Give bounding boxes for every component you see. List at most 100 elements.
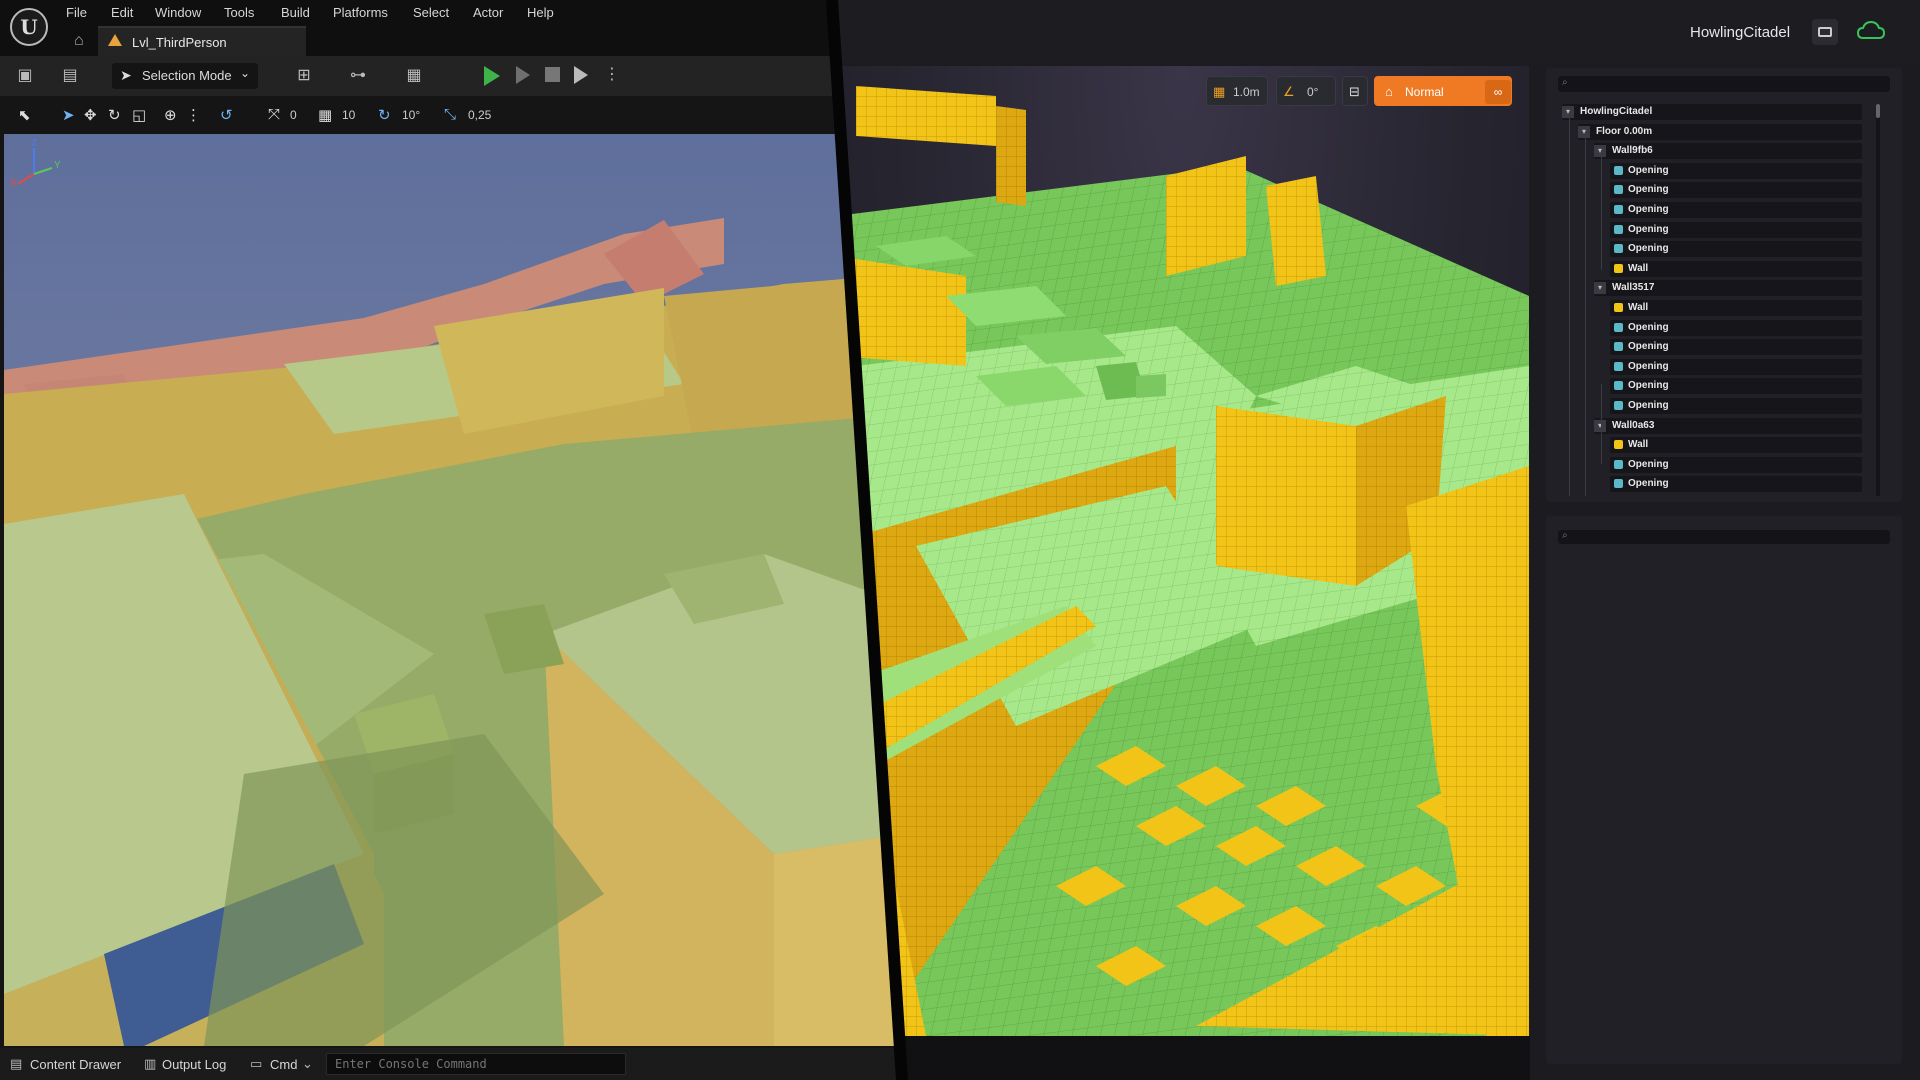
outliner-item-label: Wall9fb6	[1612, 145, 1653, 156]
outliner-item[interactable]: Wall	[1610, 437, 1862, 453]
home-icon: ⌂	[1385, 84, 1393, 99]
outliner-item[interactable]: Opening	[1610, 339, 1862, 355]
menu-edit[interactable]: Edit	[111, 5, 133, 20]
outliner-item[interactable]: Opening	[1610, 222, 1862, 238]
collapse-toggle-icon[interactable]: ▾	[1594, 420, 1606, 432]
play-button[interactable]	[484, 66, 500, 86]
menu-tools[interactable]: Tools	[224, 5, 254, 20]
collapse-toggle-icon[interactable]: ▾	[1594, 145, 1606, 157]
outliner-item[interactable]: Wall	[1610, 261, 1862, 277]
cmd-icon: ▭	[250, 1056, 263, 1071]
select-tool-icon[interactable]: ⬉	[18, 106, 31, 124]
outliner-item[interactable]: Opening	[1610, 320, 1862, 336]
outliner-item[interactable]: ▾ Wall0a63	[1594, 418, 1862, 434]
scale-snap-icon[interactable]: ⤡	[444, 106, 456, 123]
browse-icon[interactable]: ▤	[60, 66, 80, 86]
menu-window[interactable]: Window	[155, 5, 201, 20]
unreal-logo-icon[interactable]: U	[10, 8, 48, 46]
menu-select[interactable]: Select	[413, 5, 449, 20]
snap-toggle[interactable]: ⊟	[1342, 76, 1368, 106]
more-options-icon[interactable]: ⋮	[604, 64, 620, 84]
outliner-item[interactable]: Opening	[1610, 182, 1862, 198]
gizmo-z-label: Z	[31, 138, 37, 149]
editor-bottombar	[836, 1036, 1530, 1080]
outliner-item[interactable]: Opening	[1610, 378, 1862, 394]
tree-guide-line	[1585, 134, 1586, 496]
opening-icon	[1614, 342, 1623, 351]
tree-guide-line	[1601, 150, 1602, 270]
output-log-button[interactable]: Output Log	[162, 1057, 226, 1072]
save-icon[interactable]: ▣	[15, 66, 35, 86]
opening-icon	[1614, 401, 1623, 410]
outliner-item[interactable]: Opening	[1610, 476, 1862, 492]
collapse-toggle-icon[interactable]: ▾	[1594, 282, 1606, 294]
outliner-item[interactable]: ▾ Wall3517	[1594, 280, 1862, 296]
outliner-item-label: Opening	[1628, 184, 1669, 195]
menu-actor[interactable]: Actor	[473, 5, 503, 20]
opening-icon	[1614, 362, 1623, 371]
open-folder-button[interactable]	[1812, 19, 1838, 45]
rotation-snap-icon[interactable]: ⤧	[268, 106, 280, 123]
more-icon[interactable]: ⋮	[186, 106, 201, 124]
chevron-down-icon: ⌄	[240, 66, 251, 80]
cmd-dropdown[interactable]: Cmd	[270, 1057, 297, 1072]
selection-mode-dropdown[interactable]: ➤ Selection Mode ⌄	[112, 63, 258, 89]
scale-tool-icon[interactable]: ◱	[132, 106, 146, 124]
outliner-item[interactable]: ▾ Floor 0.00m	[1578, 124, 1862, 140]
grid-size-control[interactable]: ▦ 1.0m	[1206, 76, 1268, 106]
outliner-item-label: Wall	[1628, 263, 1649, 274]
blueprint-icon[interactable]: ⊶	[348, 66, 368, 86]
outliner-item[interactable]: Opening	[1610, 163, 1862, 179]
scene-outliner: ⌕ ▾ HowlingCitadel ▾ Floor 0.00m ▾ Wall9fb6 Op…	[1546, 68, 1902, 502]
outliner-item[interactable]: Opening	[1610, 241, 1862, 257]
cloud-sync-icon[interactable]	[1856, 17, 1886, 45]
rotate-tool-icon[interactable]: ↻	[108, 106, 121, 124]
grid-snap-icon[interactable]: ▦	[318, 106, 332, 124]
outliner-item[interactable]: ▾ Wall9fb6	[1594, 143, 1862, 159]
rotation-snap-value[interactable]: 0	[290, 108, 297, 122]
content-drawer-button[interactable]: Content Drawer	[30, 1057, 121, 1072]
cursor-tool-icon[interactable]: ➤	[62, 106, 75, 124]
console-input[interactable]	[326, 1053, 626, 1075]
outliner-item[interactable]: Opening	[1610, 202, 1862, 218]
menu-bar: File Edit Window Tools Build Platforms S…	[0, 0, 898, 26]
angle-snap-icon[interactable]: ↻	[378, 106, 391, 124]
outliner-item[interactable]: Opening	[1610, 398, 1862, 414]
scrollbar-thumb[interactable]	[1876, 104, 1880, 118]
menu-platforms[interactable]: Platforms	[333, 5, 388, 20]
outliner-item-label: Opening	[1628, 165, 1669, 176]
surface-snap-icon[interactable]: ↺	[220, 106, 233, 124]
outliner-item[interactable]: Opening	[1610, 359, 1862, 375]
mode-control[interactable]: ⌂ Normal ∞	[1374, 76, 1512, 106]
level-viewport[interactable]: Z X Y	[4, 134, 898, 1046]
eject-button[interactable]	[574, 66, 588, 84]
add-actor-icon[interactable]: ⊞	[294, 66, 314, 86]
grid-viewport[interactable]	[836, 66, 1529, 1036]
grid-snap-value[interactable]: 10	[342, 108, 355, 122]
home-icon[interactable]: ⌂	[74, 32, 84, 50]
scale-snap-value[interactable]: 0,25	[468, 108, 491, 122]
outliner-item[interactable]: Opening	[1610, 457, 1862, 473]
world-space-icon[interactable]: ⊕	[164, 106, 177, 124]
collapse-toggle-icon[interactable]: ▾	[1578, 126, 1590, 138]
details-search-input[interactable]: ⌕	[1558, 530, 1890, 544]
move-tool-icon[interactable]: ✥	[84, 106, 97, 124]
opening-icon	[1614, 225, 1623, 234]
menu-file[interactable]: File	[66, 5, 87, 20]
menu-help[interactable]: Help	[527, 5, 554, 20]
stop-button[interactable]	[545, 67, 560, 82]
angle-snap-value[interactable]: 10°	[402, 108, 420, 122]
collapse-toggle-icon[interactable]: ▾	[1562, 106, 1574, 118]
menu-build[interactable]: Build	[281, 5, 310, 20]
outliner-item[interactable]: Wall	[1610, 300, 1862, 316]
outliner-scrollbar[interactable]	[1876, 104, 1880, 496]
outliner-item[interactable]: ▾ HowlingCitadel	[1562, 104, 1862, 120]
search-icon: ⌕	[1562, 530, 1568, 541]
angle-control[interactable]: ∠ 0°	[1276, 76, 1336, 106]
outliner-item-label: Opening	[1628, 400, 1669, 411]
advance-frame-button[interactable]	[516, 66, 530, 84]
cinematics-icon[interactable]: ▦	[404, 66, 424, 86]
outliner-search-input[interactable]: ⌕	[1558, 76, 1890, 92]
link-icon[interactable]: ∞	[1485, 80, 1511, 104]
level-tab[interactable]: Lvl_ThirdPerson	[98, 26, 306, 56]
